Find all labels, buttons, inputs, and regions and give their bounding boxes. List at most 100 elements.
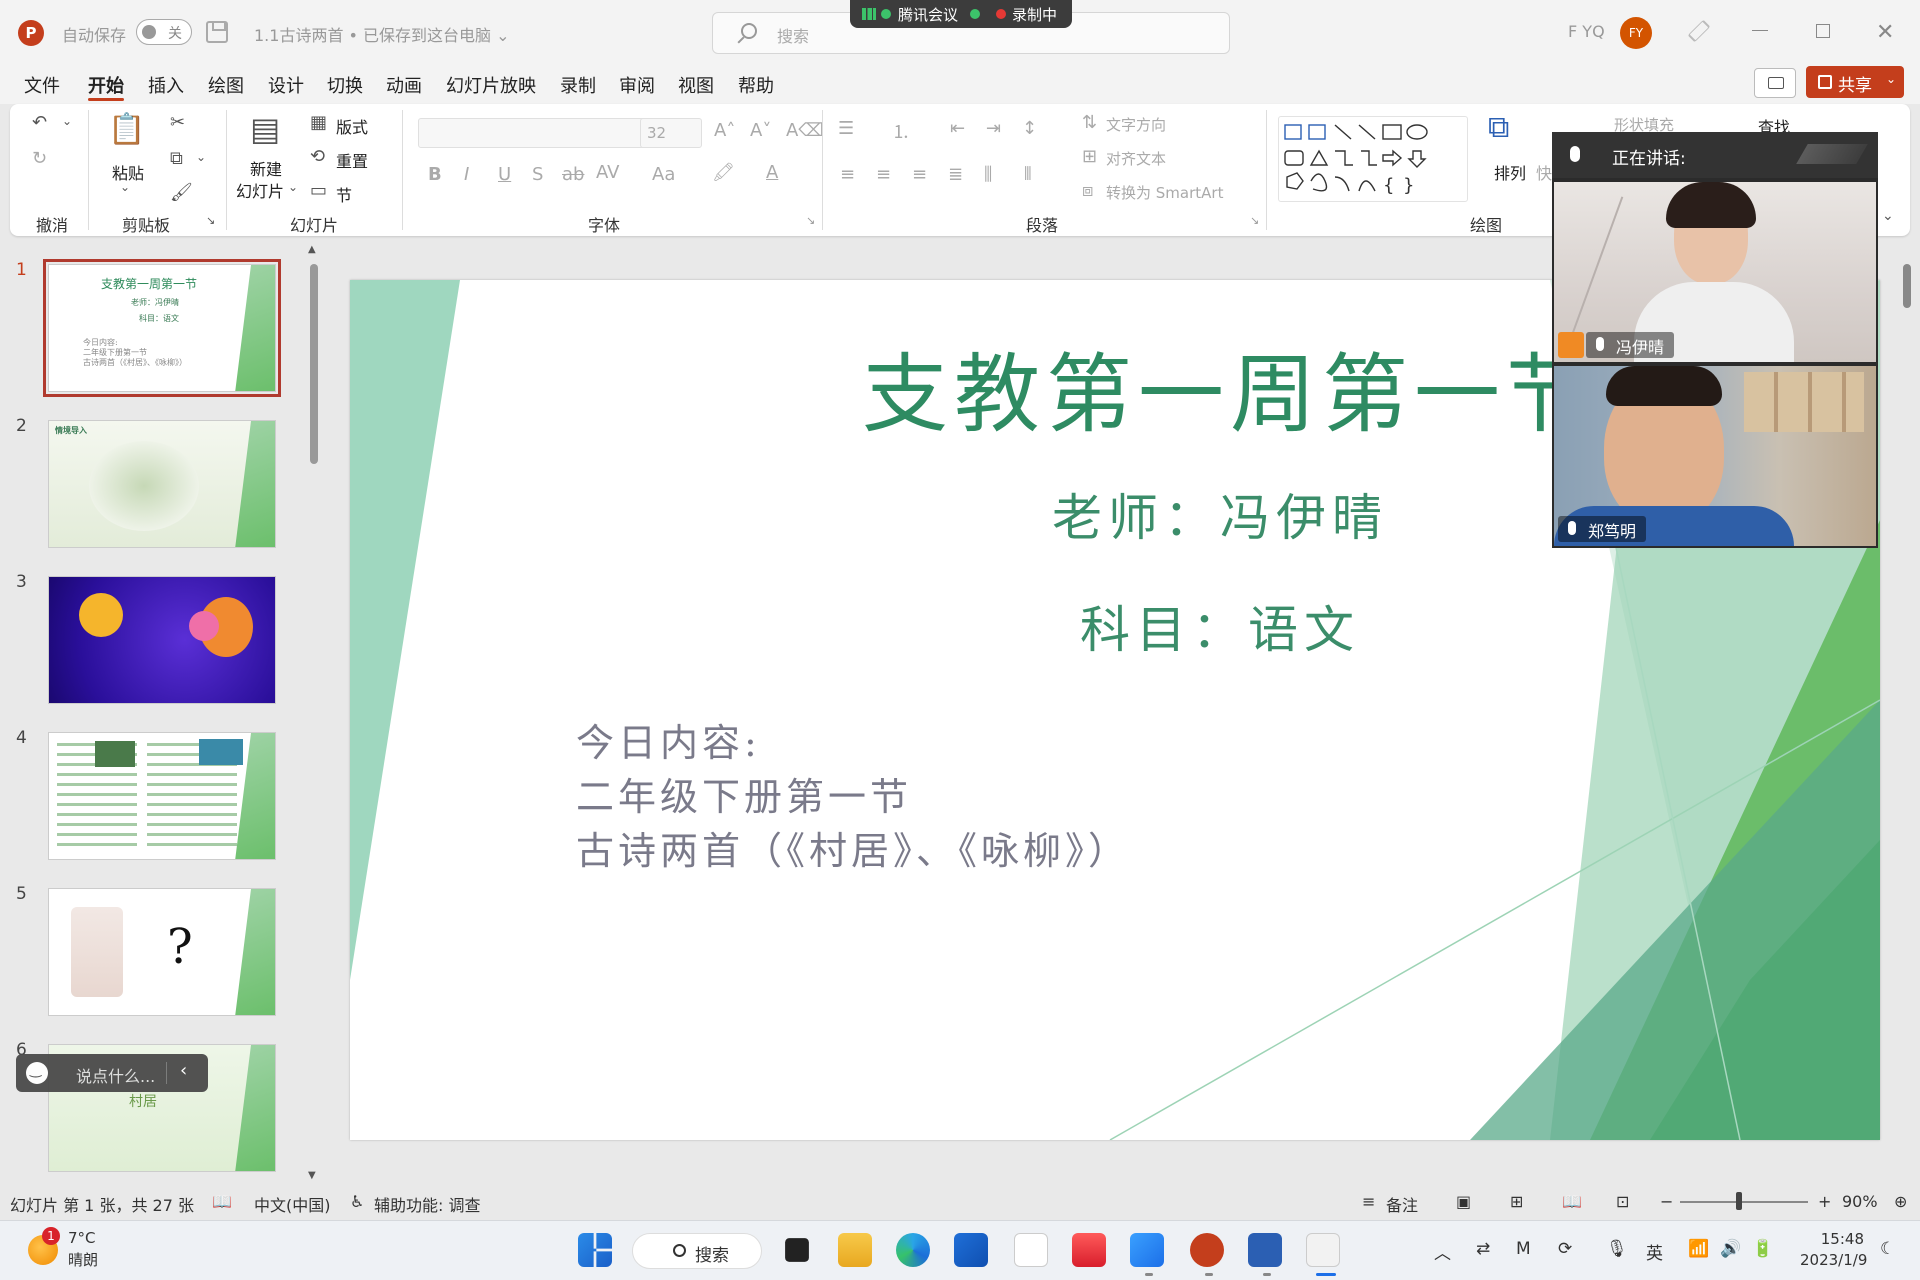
taskbar-search[interactable]: 搜索 [632, 1233, 762, 1269]
format-painter-icon[interactable]: 🖌 [170, 182, 193, 203]
underline-icon[interactable]: U [498, 164, 511, 185]
slide-count[interactable]: 幻灯片 第 1 张，共 27 张 [10, 1192, 194, 1216]
zoom-level[interactable]: 90% [1842, 1192, 1878, 1211]
avatar[interactable]: FY [1620, 17, 1652, 49]
tab-animations[interactable]: 动画 [386, 72, 422, 98]
new-slide-label-1[interactable]: 新建 [250, 156, 282, 180]
slide-thumbnail-4[interactable] [48, 732, 276, 860]
text-direction-button[interactable]: 文字方向 [1106, 114, 1166, 135]
clear-formatting-icon[interactable]: A⌫ [786, 120, 824, 141]
tab-help[interactable]: 帮助 [738, 72, 774, 98]
normal-view-icon[interactable]: ▣ [1456, 1192, 1471, 1211]
smartart-icon[interactable]: ⧈ [1082, 180, 1093, 201]
arrange-button[interactable]: 排列 [1494, 160, 1526, 184]
line-spacing-icon[interactable]: ↕ [1022, 118, 1037, 139]
ime-indicator[interactable]: 英 [1646, 1239, 1663, 1264]
tab-insert[interactable]: 插入 [148, 72, 184, 98]
minimize-icon[interactable] [1752, 30, 1768, 31]
align-left-icon[interactable]: ≡ [840, 164, 855, 185]
document-title[interactable]: 1.1古诗两首 • 已保存到这台电脑 ⌄ [254, 22, 510, 46]
autosave-toggle[interactable]: 关 [136, 19, 192, 45]
decrease-indent-icon[interactable]: ⇤ [950, 118, 965, 139]
word-icon[interactable] [1248, 1233, 1282, 1267]
chevron-left-icon[interactable]: ‹ [180, 1060, 187, 1081]
temperature[interactable]: 7°C [68, 1229, 96, 1247]
scroll-down-icon[interactable]: ▼ [308, 1170, 316, 1181]
save-icon[interactable] [206, 21, 228, 43]
increase-font-icon[interactable]: A˄ [714, 120, 735, 141]
thumbnail-scrollbar[interactable] [310, 248, 318, 1178]
undo-dropdown-icon[interactable]: ⌄ [62, 114, 72, 128]
distributed-icon[interactable]: ⫼ [984, 164, 992, 185]
task-view-icon[interactable] [785, 1238, 809, 1262]
new-slide-icon[interactable]: ▤ [250, 110, 280, 148]
numbering-icon[interactable]: ⒈ [892, 118, 910, 144]
powerpoint-icon[interactable] [1190, 1233, 1224, 1267]
slide-body-line[interactable]: 二年级下册第一节 [576, 766, 912, 821]
decrease-font-icon[interactable]: A˅ [750, 120, 771, 141]
scroll-thumb[interactable] [1903, 264, 1911, 308]
share-button[interactable]: 共享 ⌄ [1806, 66, 1904, 98]
weather-condition[interactable]: 晴朗 [68, 1249, 98, 1270]
align-right-icon[interactable]: ≡ [912, 164, 927, 185]
columns-icon[interactable]: ⫴ [1024, 164, 1032, 185]
chevron-down-icon[interactable]: ⌄ [196, 150, 206, 164]
font-color-icon[interactable]: A [766, 162, 778, 183]
shapes-gallery[interactable]: {} [1278, 116, 1468, 202]
notes-button[interactable]: 备注 [1386, 1192, 1418, 1216]
slide-body-line[interactable]: 今日内容: [576, 712, 761, 767]
arrange-icon[interactable]: ⧉ [1488, 110, 1509, 145]
meeting-status-bar[interactable]: 腾讯会议 录制中 [850, 0, 1072, 28]
cut-icon[interactable]: ✂ [170, 112, 185, 133]
slide-sorter-icon[interactable]: ⊞ [1510, 1192, 1523, 1211]
reading-view-icon[interactable]: 📖 [1562, 1192, 1582, 1211]
align-text-button[interactable]: 对齐文本 [1106, 148, 1166, 169]
battery-icon[interactable]: 🔋 [1752, 1239, 1773, 1259]
layout-icon[interactable]: ▦ [310, 112, 327, 133]
store-icon[interactable] [954, 1233, 988, 1267]
redo-icon[interactable]: ↻ [32, 148, 47, 169]
tencent-meeting-icon[interactable] [1130, 1233, 1164, 1267]
scroll-thumb[interactable] [310, 264, 318, 464]
fit-to-window-icon[interactable]: ⊕ [1894, 1192, 1907, 1211]
comments-button[interactable] [1754, 68, 1796, 98]
volume-icon[interactable]: 🔊 [1720, 1239, 1741, 1259]
tab-record[interactable]: 录制 [560, 72, 596, 98]
chevron-down-icon[interactable]: ⌄ [120, 180, 130, 194]
accessibility-status[interactable]: 辅助功能: 调查 [374, 1192, 480, 1216]
italic-icon[interactable]: I [464, 164, 469, 185]
highlight-icon[interactable]: 🖍 [712, 162, 735, 183]
font-size-combobox[interactable]: 32 [640, 118, 702, 148]
character-spacing-icon[interactable]: AV [596, 162, 619, 183]
zoom-slider[interactable] [1680, 1201, 1808, 1203]
bullets-icon[interactable]: ☰ [838, 118, 854, 139]
chevron-down-icon[interactable]: ⌄ [288, 180, 298, 194]
slide-scrollbar[interactable] [1900, 244, 1914, 1164]
tab-slideshow[interactable]: 幻灯片放映 [446, 72, 536, 98]
slide-subject[interactable]: 科目：语文 [770, 590, 1670, 662]
close-icon[interactable]: ✕ [1876, 20, 1894, 45]
justify-icon[interactable]: ≣ [948, 164, 963, 185]
tray-app-icon[interactable]: ⇄ [1476, 1239, 1490, 1259]
user-name[interactable]: F YQ [1568, 22, 1605, 41]
zoom-out-icon[interactable]: − [1660, 1192, 1673, 1211]
dialog-launcher-icon[interactable]: ↘ [1250, 214, 1259, 227]
scroll-up-icon[interactable]: ▲ [308, 244, 316, 255]
file-explorer-icon[interactable] [838, 1233, 872, 1267]
edge-browser-icon[interactable] [896, 1233, 930, 1267]
strikethrough-icon[interactable]: ab [562, 164, 584, 185]
copy-icon[interactable]: ⧉ [170, 148, 183, 169]
tab-draw[interactable]: 绘图 [208, 72, 244, 98]
slide-teacher[interactable]: 老师：冯伊晴 [770, 478, 1670, 550]
slide-body-line[interactable]: 古诗两首（《村居》、《咏柳》） [576, 820, 1130, 875]
microphone-icon[interactable]: 🎙 [1606, 1239, 1628, 1259]
font-name-combobox[interactable] [418, 118, 646, 148]
slideshow-icon[interactable]: ⊡ [1616, 1192, 1629, 1211]
tab-transitions[interactable]: 切换 [327, 72, 363, 98]
meeting-chat-input[interactable]: 说点什么... ‹ [16, 1054, 208, 1092]
maximize-icon[interactable] [1816, 24, 1830, 38]
increase-indent-icon[interactable]: ⇥ [986, 118, 1001, 139]
tab-home[interactable]: 开始 [88, 72, 124, 98]
clipboard-icon[interactable]: 📋 [108, 112, 145, 147]
tab-design[interactable]: 设计 [268, 72, 304, 98]
